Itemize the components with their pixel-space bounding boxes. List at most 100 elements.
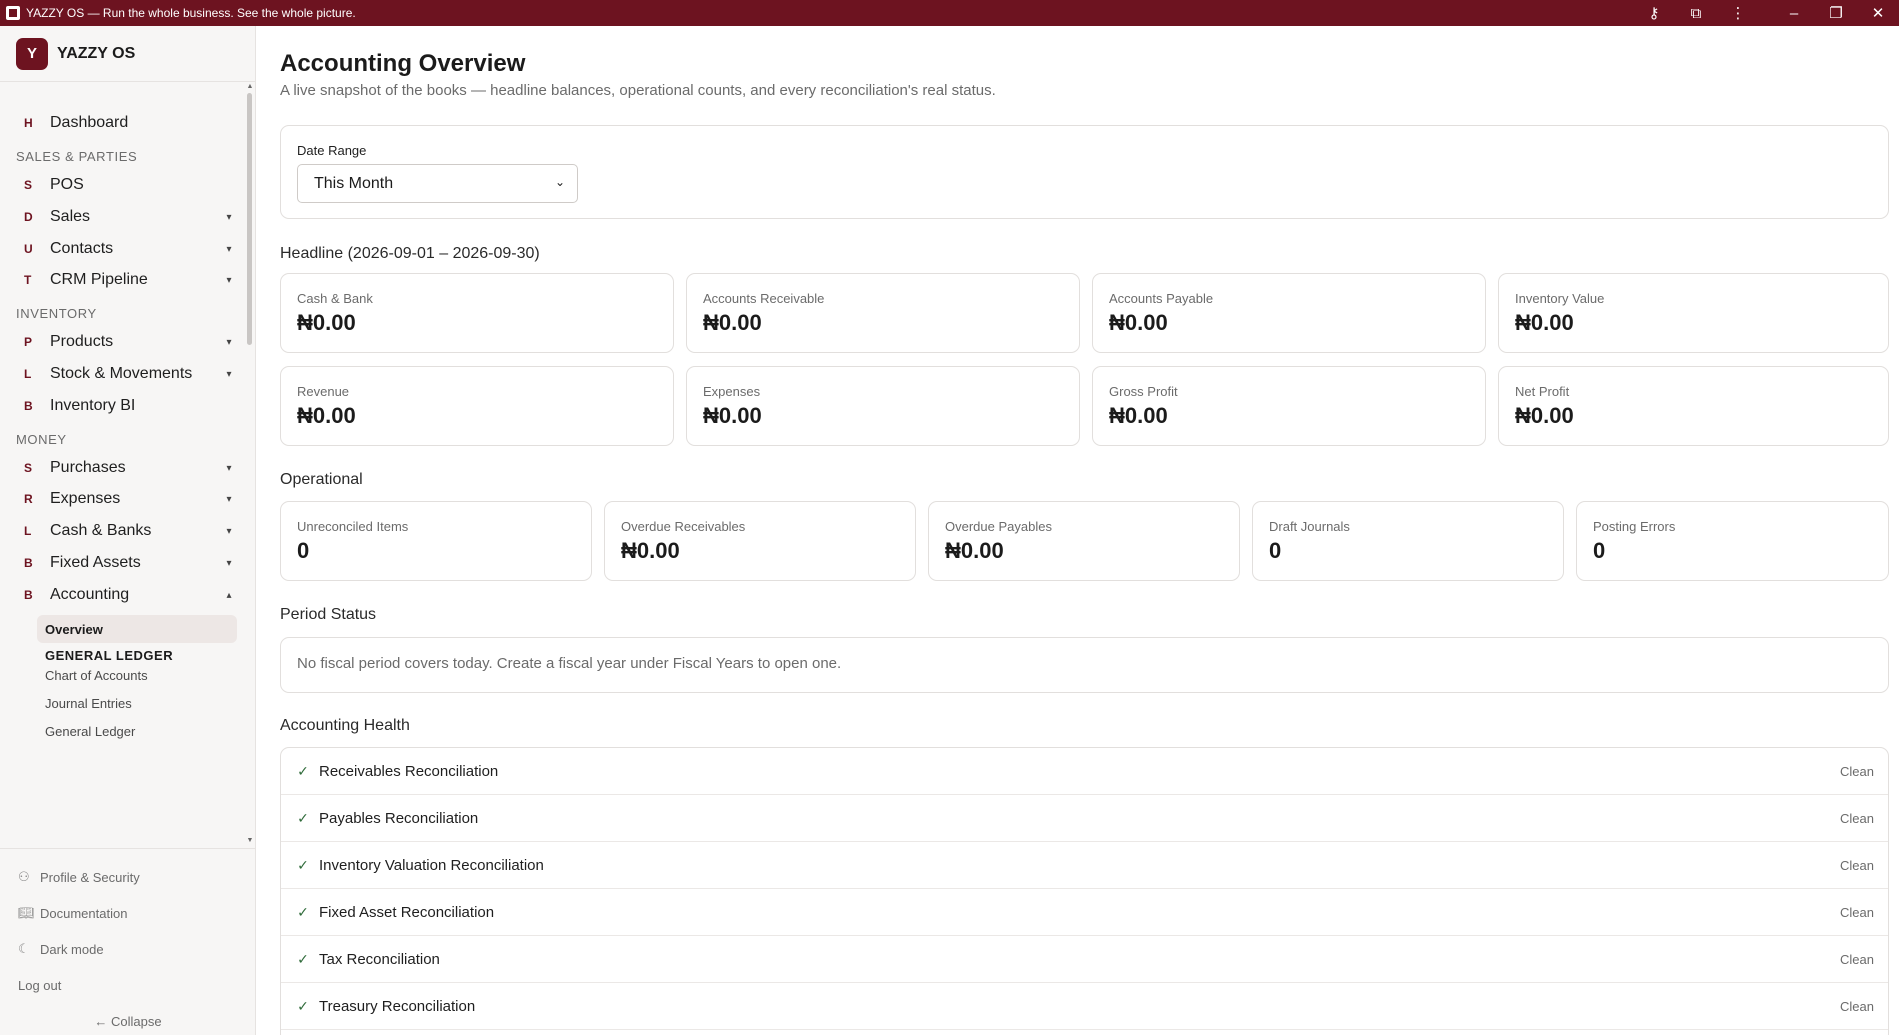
stat-label: Posting Errors — [1593, 519, 1676, 534]
key-icon[interactable]: ⚷ — [1633, 0, 1675, 26]
scroll-down-icon[interactable]: ▼ — [246, 837, 254, 844]
subnav-item-general-ledger[interactable]: General Ledger — [37, 717, 237, 745]
stat-card-overdue-payables: Overdue Payables ₦0.00 — [928, 501, 1240, 581]
main-content: Accounting Overview A live snapshot of t… — [256, 26, 1899, 1035]
sidebar-item-expenses[interactable]: R Expenses ▾ — [0, 483, 240, 515]
restore-icon[interactable]: ❐ — [1815, 0, 1857, 26]
sidebar-item-label: Expenses — [50, 490, 121, 507]
stat-value: ₦0.00 — [703, 310, 762, 335]
sidebar-item-crm-pipeline[interactable]: T CRM Pipeline ▾ — [0, 264, 240, 296]
stat-value: ₦0.00 — [1515, 310, 1574, 335]
stat-value: ₦0.00 — [1515, 403, 1574, 428]
stat-label: Overdue Receivables — [621, 519, 746, 534]
page-title: Accounting Overview — [280, 50, 526, 77]
stat-card-expenses: Expenses ₦0.00 — [686, 366, 1080, 446]
extensions-icon[interactable]: ⧉ — [1675, 0, 1717, 26]
sidebar-section-money: MONEY — [16, 432, 67, 447]
health-row-fixed-asset[interactable]: ✓ Fixed Asset Reconciliation Clean — [281, 889, 1888, 936]
chevron-down-icon: ▾ — [226, 243, 232, 255]
sidebar-item-label: Accounting — [50, 586, 130, 603]
sidebar-item-label: Contacts — [50, 240, 114, 257]
sidebar-scrollbar[interactable]: ▲ ▼ — [246, 83, 254, 847]
profile-security-label: Profile & Security — [40, 869, 140, 885]
page-subtitle: A live snapshot of the books — headline … — [280, 82, 996, 99]
stat-label: Draft Journals — [1269, 519, 1350, 534]
sidebar-item-label: Sales — [50, 208, 91, 225]
logout-link[interactable]: Log out — [18, 978, 61, 993]
sidebar-item-contacts[interactable]: U Contacts ▾ — [0, 233, 240, 265]
nav-letter-icon: P — [24, 335, 33, 349]
sidebar-item-label: Inventory BI — [50, 397, 136, 414]
documentation-link[interactable]: 📖︎ Documentation — [18, 905, 127, 921]
sidebar-item-label: Fixed Assets — [50, 554, 141, 571]
stat-card-posting-errors: Posting Errors 0 — [1576, 501, 1889, 581]
stat-value: ₦0.00 — [1109, 310, 1168, 335]
filter-card: Date Range This Month ⌄ — [280, 125, 1889, 219]
collapse-sidebar-button[interactable]: ← Collapse — [0, 1014, 256, 1029]
sidebar-item-label: Dashboard — [50, 114, 129, 131]
chevron-down-icon: ▾ — [226, 274, 232, 286]
nav-letter-icon: L — [24, 524, 32, 538]
chevron-down-icon: ▾ — [226, 493, 232, 505]
sidebar-footer: ⚇ Profile & Security 📖︎ Documentation ☾ … — [0, 848, 256, 1035]
stat-card-draft-journals: Draft Journals 0 — [1252, 501, 1564, 581]
date-range-select[interactable]: This Month ⌄ — [297, 164, 578, 203]
health-row-treasury[interactable]: ✓ Treasury Reconciliation Clean — [281, 983, 1888, 1030]
health-row-status: Clean — [1840, 857, 1874, 873]
stat-value: ₦0.00 — [297, 403, 356, 428]
sidebar-item-label: Stock & Movements — [50, 365, 193, 382]
sidebar-item-inventory-bi[interactable]: B Inventory BI — [0, 390, 240, 422]
sidebar-item-purchases[interactable]: S Purchases ▾ — [0, 452, 240, 484]
sidebar-item-accounting[interactable]: B Accounting ▴ — [0, 579, 240, 611]
scroll-up-icon[interactable]: ▲ — [246, 83, 254, 90]
subnav-item-chart-of-accounts[interactable]: Chart of Accounts — [37, 661, 237, 689]
stat-card-gross-profit: Gross Profit ₦0.00 — [1092, 366, 1486, 446]
nav-letter-icon: B — [24, 588, 33, 602]
sidebar-item-label: Purchases — [50, 459, 126, 476]
sidebar-item-sales[interactable]: D Sales ▾ — [0, 201, 240, 233]
health-row-payables[interactable]: ✓ Payables Reconciliation Clean — [281, 795, 1888, 842]
dark-mode-toggle[interactable]: ☾ Dark mode — [18, 941, 104, 957]
sidebar-scrollbar-thumb[interactable] — [247, 93, 252, 345]
check-icon: ✓ — [297, 997, 309, 1014]
check-icon: ✓ — [297, 809, 309, 826]
sidebar-item-cash-banks[interactable]: L Cash & Banks ▾ — [0, 515, 240, 547]
close-icon[interactable]: ✕ — [1857, 0, 1899, 26]
brand-name: YAZZY OS — [57, 44, 136, 62]
health-row-inventory-valuation[interactable]: ✓ Inventory Valuation Reconciliation Cle… — [281, 842, 1888, 889]
chevron-down-icon: ▾ — [226, 525, 232, 537]
health-row-status: Clean — [1840, 951, 1874, 967]
chevron-down-icon: ▾ — [226, 336, 232, 348]
check-icon: ✓ — [297, 903, 309, 920]
stat-value: 0 — [1269, 538, 1282, 563]
window-title: YAZZY OS — Run the whole business. See t… — [26, 6, 356, 20]
sidebar-item-dashboard[interactable]: H Dashboard — [0, 107, 240, 139]
sidebar-item-label: POS — [50, 176, 84, 193]
stat-label: Unreconciled Items — [297, 519, 409, 534]
headline-section-title: Headline (2026-09-01 – 2026-09-30) — [280, 245, 540, 262]
chevron-down-icon: ▾ — [226, 462, 232, 474]
chevron-down-icon: ▾ — [226, 211, 232, 223]
stat-label: Accounts Receivable — [703, 291, 825, 306]
stat-label: Gross Profit — [1109, 384, 1178, 399]
sidebar-item-pos[interactable]: S POS — [0, 169, 240, 201]
subnav-item-overview[interactable]: Overview — [37, 615, 237, 643]
sidebar-item-fixed-assets[interactable]: B Fixed Assets ▾ — [0, 547, 240, 579]
profile-security-link[interactable]: ⚇ Profile & Security — [18, 869, 140, 885]
period-status-message: No fiscal period covers today. Create a … — [297, 655, 842, 672]
stat-card-revenue: Revenue ₦0.00 — [280, 366, 674, 446]
stat-card-overdue-receivables: Overdue Receivables ₦0.00 — [604, 501, 916, 581]
health-row-receivables[interactable]: ✓ Receivables Reconciliation Clean — [281, 748, 1888, 795]
minimize-icon[interactable]: – — [1773, 0, 1815, 26]
more-icon[interactable]: ⋮ — [1717, 0, 1759, 26]
health-row-tax[interactable]: ✓ Tax Reconciliation Clean — [281, 936, 1888, 983]
health-row-label: Payables Reconciliation — [319, 809, 479, 827]
nav-letter-icon: S — [24, 178, 33, 192]
stat-label: Expenses — [703, 384, 761, 399]
brand[interactable]: Y YAZZY OS — [0, 26, 255, 82]
window-titlebar: YAZZY OS — Run the whole business. See t… — [0, 0, 1899, 26]
sidebar-item-stock-movements[interactable]: L Stock & Movements ▾ — [0, 358, 240, 390]
stat-value: ₦0.00 — [297, 310, 356, 335]
subnav-item-journal-entries[interactable]: Journal Entries — [37, 689, 237, 717]
sidebar-item-products[interactable]: P Products ▾ — [0, 326, 240, 358]
